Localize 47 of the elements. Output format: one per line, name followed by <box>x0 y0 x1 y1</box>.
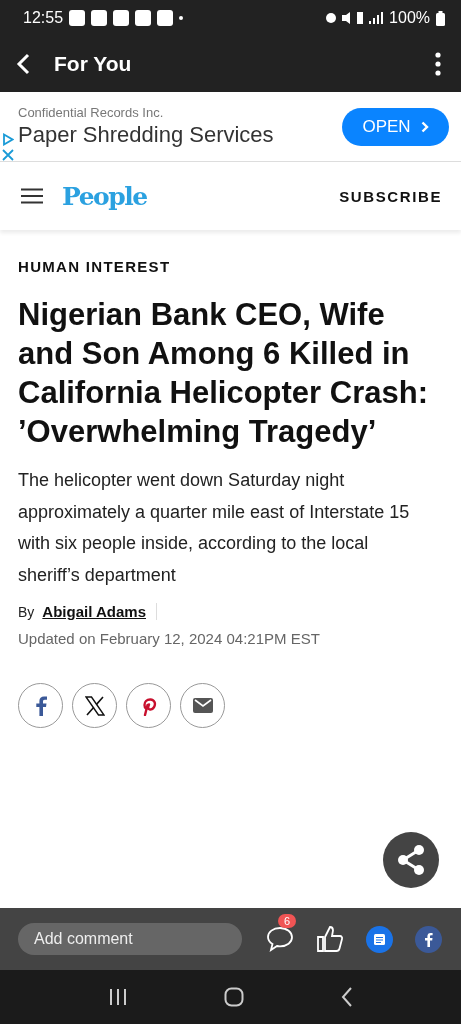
dot-icon <box>179 16 184 20</box>
email-icon <box>192 698 213 713</box>
battery-percent: 100% <box>389 9 430 27</box>
home-icon[interactable] <box>223 987 244 1007</box>
article-headline: Nigerian Bank CEO, Wife and Son Among 6 Killed in California Helicopter Crash: ’Overwhelming Tragedy’ <box>18 296 428 451</box>
notification-icon <box>91 10 108 26</box>
notification-icon <box>135 10 152 26</box>
facebook-icon <box>34 695 47 716</box>
advertiser-name: Confidential Records Inc. <box>18 105 165 120</box>
notification-icon <box>113 10 130 26</box>
back-icon[interactable] <box>340 987 353 1007</box>
x-icon <box>84 695 105 716</box>
share-icon <box>397 845 425 875</box>
share-fab[interactable] <box>383 832 439 888</box>
category-label[interactable]: HUMAN INTEREST <box>18 258 171 275</box>
comment-count-badge: 6 <box>278 914 297 928</box>
mute-icon <box>342 12 352 24</box>
facebook-icon[interactable] <box>415 925 442 953</box>
signal-icon <box>369 12 384 24</box>
subscribe-link[interactable]: SUBSCRIBE <box>339 187 442 205</box>
message-icon[interactable] <box>366 925 393 953</box>
author-link[interactable]: Abigail Adams <box>42 603 146 620</box>
facebook-share-button[interactable] <box>18 683 63 728</box>
recent-apps-icon[interactable] <box>108 988 127 1006</box>
app-bar-title: For You <box>54 52 132 76</box>
notification-icon <box>157 10 174 26</box>
comment-field[interactable]: Add comment <box>18 923 242 955</box>
x-share-button[interactable] <box>72 683 117 728</box>
comment-icon[interactable] <box>266 926 294 952</box>
thumbs-up-icon[interactable] <box>316 925 344 953</box>
updated-date: Updated on February 12, 2024 04:21PM EST <box>18 630 320 647</box>
open-button[interactable]: OPEN <box>342 107 449 146</box>
close-icon[interactable] <box>2 149 14 161</box>
ad-banner[interactable]: Confidential Records Inc. Paper Shredding Services OPEN <box>0 92 461 162</box>
email-share-button[interactable] <box>180 683 225 728</box>
chevron-right-icon <box>420 120 429 133</box>
pinterest-icon <box>140 695 157 716</box>
byline-prefix: By <box>18 604 35 620</box>
pinterest-share-button[interactable] <box>126 683 171 728</box>
battery-icon <box>436 10 445 26</box>
status-time: 12:55 <box>23 9 64 27</box>
ad-choices-icon[interactable] <box>2 133 14 146</box>
article-summary: The helicopter went down Saturday night approximately a quarter mile east of Interstate 15 with six people inside, according to the local sheriff’s department <box>18 469 411 587</box>
more-options-icon[interactable] <box>435 52 441 76</box>
ad-headline: Paper Shredding Services <box>18 122 275 148</box>
notification-icon <box>69 10 86 26</box>
menu-icon[interactable] <box>21 188 43 204</box>
